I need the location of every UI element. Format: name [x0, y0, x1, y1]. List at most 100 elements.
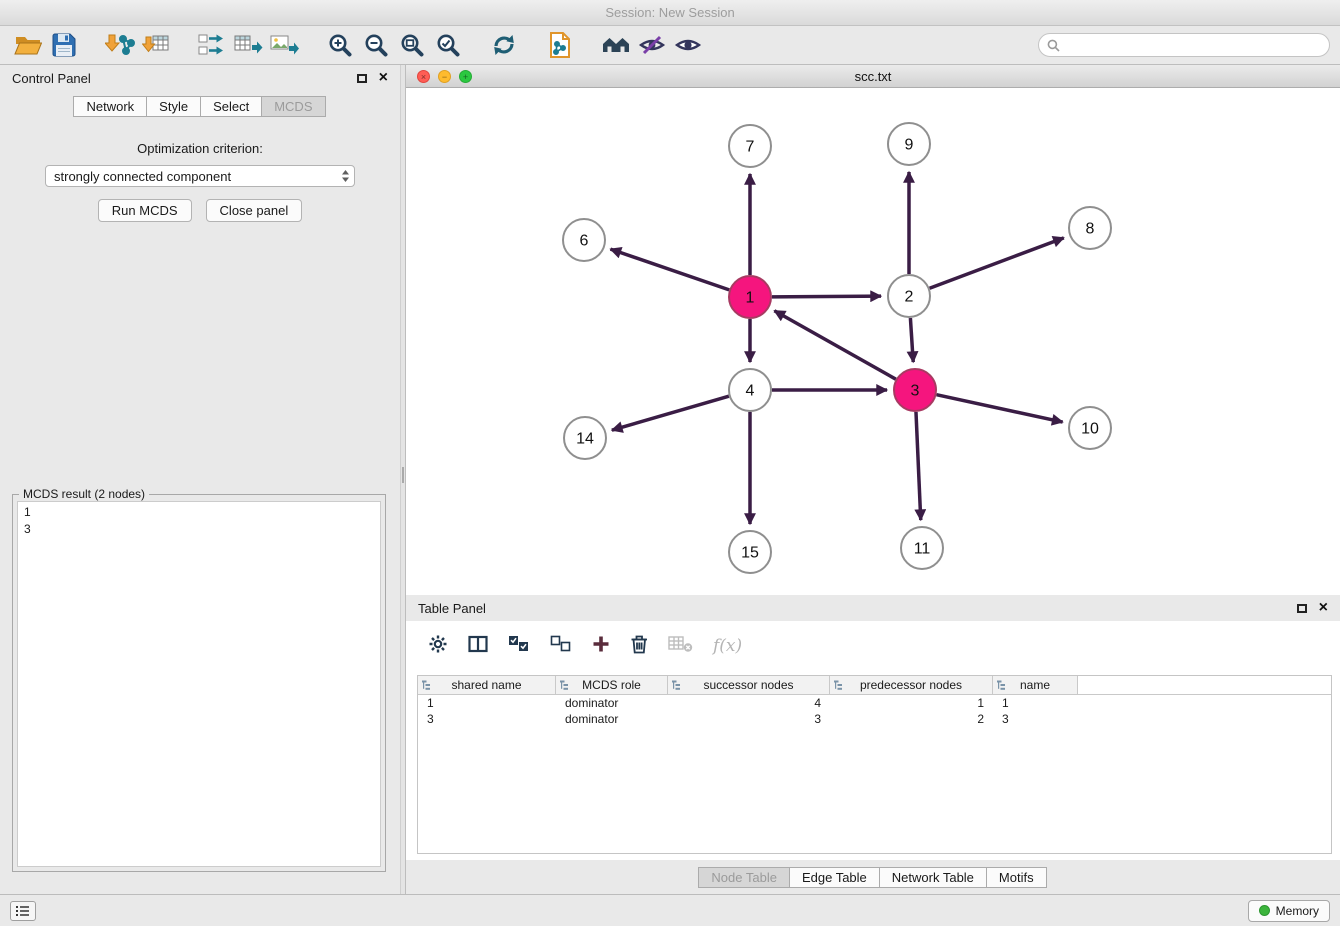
column-header-shared-name[interactable]: shared name	[418, 676, 556, 694]
search-icon	[1047, 39, 1060, 52]
zoom-in-button[interactable]	[322, 29, 358, 61]
unchecked-boxes-icon	[550, 635, 572, 653]
close-panel-icon[interactable]: ×	[379, 70, 388, 86]
graph-node-7[interactable]: 7	[729, 125, 771, 167]
column-layout-button[interactable]	[468, 635, 488, 658]
tab-motifs[interactable]: Motifs	[986, 867, 1047, 888]
select-all-button[interactable]	[508, 635, 530, 658]
table-tabs: Node Table Edge Table Network Table Moti…	[406, 860, 1340, 894]
app-window: Session: New Session	[0, 0, 1340, 926]
graph-node-10[interactable]: 10	[1069, 407, 1111, 449]
column-header-name[interactable]: name	[993, 676, 1078, 694]
mcds-result-legend: MCDS result (2 nodes)	[19, 487, 149, 501]
svg-text:4: 4	[746, 383, 755, 400]
cell-name: 3	[993, 712, 1078, 726]
criterion-select[interactable]: strongly connected component	[45, 165, 355, 187]
tab-style[interactable]: Style	[146, 96, 201, 117]
import-network-button[interactable]	[102, 29, 138, 61]
mcds-result-list[interactable]: 1 3	[17, 501, 381, 867]
zoom-window-light[interactable]: +	[459, 70, 472, 83]
network-window-titlebar[interactable]: scc.txt × − +	[406, 65, 1340, 88]
import-network-icon	[105, 32, 135, 58]
cell-mcds-role: dominator	[556, 712, 668, 726]
show-all-button[interactable]	[670, 29, 706, 61]
cell-predecessor-nodes: 2	[830, 712, 993, 726]
delete-column-button[interactable]	[630, 634, 648, 659]
network-canvas[interactable]: 7 9 6 8 1 2 4 3 14 10 15 11	[406, 88, 1340, 595]
memory-button[interactable]: Memory	[1248, 900, 1330, 922]
tab-mcds[interactable]: MCDS	[261, 96, 325, 117]
save-session-button[interactable]	[46, 29, 82, 61]
graph-edge-3-1[interactable]	[774, 311, 895, 379]
zoom-selected-button[interactable]	[430, 29, 466, 61]
graph-edge-1-2[interactable]	[772, 296, 881, 297]
control-panel-header: Control Panel ×	[0, 65, 400, 91]
criterion-selected-value: strongly connected component	[54, 169, 231, 184]
cell-shared-name: 1	[418, 696, 556, 710]
close-panel-button[interactable]: Close panel	[206, 199, 303, 222]
memory-status-dot	[1259, 905, 1270, 916]
minimize-window-light[interactable]: −	[438, 70, 451, 83]
export-image-button[interactable]	[266, 29, 302, 61]
graph-edge-3-10[interactable]	[936, 395, 1062, 422]
graph-node-14[interactable]: 14	[564, 417, 606, 459]
graph-node-8[interactable]: 8	[1069, 207, 1111, 249]
float-panel-icon[interactable]	[357, 74, 367, 83]
tab-select[interactable]: Select	[200, 96, 262, 117]
zoom-fit-button[interactable]	[394, 29, 430, 61]
trash-icon	[630, 634, 648, 654]
function-builder-button[interactable]: f(x)	[713, 636, 742, 656]
tab-node-table[interactable]: Node Table	[698, 867, 790, 888]
zoom-out-icon	[364, 33, 388, 57]
tab-network-table[interactable]: Network Table	[879, 867, 987, 888]
float-table-panel-icon[interactable]	[1297, 604, 1307, 613]
graph-edge-2-3[interactable]	[910, 318, 913, 362]
zoom-out-button[interactable]	[358, 29, 394, 61]
graph-node-6[interactable]: 6	[563, 219, 605, 261]
import-table-button[interactable]	[138, 29, 174, 61]
graph-edge-4-14[interactable]	[612, 396, 729, 430]
zoom-in-icon	[328, 33, 352, 57]
run-mcds-button[interactable]: Run MCDS	[98, 199, 192, 222]
neighbors-button[interactable]	[598, 29, 634, 61]
graph-node-9[interactable]: 9	[888, 123, 930, 165]
svg-text:3: 3	[911, 383, 920, 400]
table-panel-body: f(x) shared name MCDS role	[406, 621, 1340, 860]
graph-node-2[interactable]: 2	[888, 275, 930, 317]
export-network-button[interactable]	[194, 29, 230, 61]
node-table: shared name MCDS role successor nodes	[417, 675, 1332, 854]
search-input[interactable]	[1065, 38, 1321, 52]
hierarchy-icon	[834, 680, 844, 691]
column-header-predecessor-nodes[interactable]: predecessor nodes	[830, 676, 993, 694]
tab-network[interactable]: Network	[73, 96, 147, 117]
close-table-panel-icon[interactable]: ×	[1319, 600, 1328, 616]
graph-node-1[interactable]: 1	[729, 276, 771, 318]
open-session-button[interactable]	[10, 29, 46, 61]
task-history-button[interactable]	[10, 901, 36, 921]
search-field[interactable]	[1038, 33, 1330, 57]
graph-edge-2-8[interactable]	[930, 238, 1064, 288]
deselect-all-button[interactable]	[550, 635, 572, 658]
table-row[interactable]: 3 dominator 3 2 3	[418, 711, 1331, 727]
export-table-button[interactable]	[230, 29, 266, 61]
refresh-button[interactable]	[486, 29, 522, 61]
column-header-mcds-role[interactable]: MCDS role	[556, 676, 668, 694]
delete-table-button[interactable]	[668, 635, 693, 658]
column-header-successor-nodes[interactable]: successor nodes	[668, 676, 830, 694]
svg-text:2: 2	[905, 289, 914, 306]
new-network-from-selection-button[interactable]	[542, 29, 578, 61]
tab-edge-table[interactable]: Edge Table	[789, 867, 880, 888]
graph-edge-3-11[interactable]	[916, 412, 921, 520]
cell-shared-name: 3	[418, 712, 556, 726]
svg-text:6: 6	[580, 233, 589, 250]
table-row[interactable]: 1 dominator 4 1 1	[418, 695, 1331, 711]
graph-node-3[interactable]: 3	[894, 369, 936, 411]
add-column-button[interactable]	[592, 635, 610, 658]
graph-node-15[interactable]: 15	[729, 531, 771, 573]
graph-edge-1-6[interactable]	[610, 249, 729, 290]
hide-selected-button[interactable]	[634, 29, 670, 61]
table-settings-button[interactable]	[428, 634, 448, 659]
close-window-light[interactable]: ×	[417, 70, 430, 83]
graph-node-4[interactable]: 4	[729, 369, 771, 411]
graph-node-11[interactable]: 11	[901, 527, 943, 569]
